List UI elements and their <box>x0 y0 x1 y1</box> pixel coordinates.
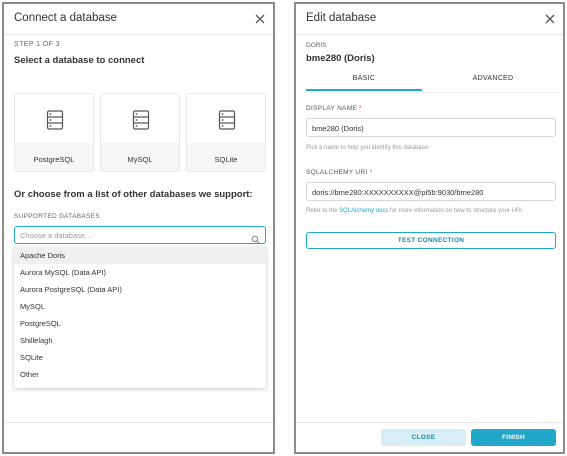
dropdown-option[interactable]: Other <box>14 366 266 383</box>
database-server-icon <box>132 110 150 135</box>
database-dropdown: Apache Doris Aurora MySQL (Data API) Aur… <box>14 247 266 388</box>
sqlalchemy-uri-input[interactable] <box>312 186 550 198</box>
database-search-input[interactable] <box>20 229 245 241</box>
database-search-box[interactable] <box>14 226 266 244</box>
card-label: MySQL <box>127 155 153 164</box>
sqlalchemy-uri-helper: Refer to the SQLAlchemy docs for more in… <box>306 208 524 214</box>
card-label: SQLite <box>214 155 238 164</box>
sqlite-card[interactable]: SQLite <box>186 93 266 172</box>
dropdown-option[interactable]: Shillelagh <box>14 332 266 349</box>
database-server-icon <box>218 110 236 135</box>
required-marker: * <box>369 169 373 176</box>
connect-database-modal: Connect a database STEP 1 OF 3 Select a … <box>2 2 275 454</box>
dropdown-option[interactable]: SQLite <box>14 349 266 366</box>
dropdown-option[interactable]: Apache Doris <box>14 247 266 264</box>
postgresql-card[interactable]: PostgreSQL <box>14 93 94 172</box>
modal-title: Connect a database <box>14 12 117 24</box>
tabs-divider <box>306 92 563 93</box>
display-name-label: DISPLAY NAME * <box>306 105 362 112</box>
finish-button[interactable]: FINISH <box>471 429 556 446</box>
database-server-icon <box>46 110 64 135</box>
database-name-heading: bme280 (Doris) <box>306 53 375 64</box>
sqlalchemy-docs-link[interactable]: SQLAlchemy docs <box>339 208 388 214</box>
select-database-heading: Select a database to connect <box>14 55 145 66</box>
step-indicator: STEP 1 OF 3 <box>14 41 60 48</box>
edit-database-modal: Edit database DORIS bme280 (Doris) BASIC… <box>294 2 565 454</box>
modal-title: Edit database <box>306 12 377 24</box>
modal-header: Edit database <box>296 4 563 35</box>
close-button[interactable]: CLOSE <box>381 429 466 446</box>
tab-advanced[interactable]: ADVANCED <box>422 74 563 91</box>
sqlalchemy-uri-label: SQLALCHEMY URI * <box>306 169 373 176</box>
modal-header: Connect a database <box>4 4 273 35</box>
test-connection-button[interactable]: TEST CONNECTION <box>306 232 556 249</box>
card-label: PostgreSQL <box>33 155 75 164</box>
dropdown-option[interactable]: PostgreSQL <box>14 315 266 332</box>
display-name-helper: Pick a name to help you identify this da… <box>306 145 430 151</box>
tab-basic[interactable]: BASIC <box>306 74 422 91</box>
close-icon[interactable] <box>251 10 269 28</box>
mysql-card[interactable]: MySQL <box>100 93 180 172</box>
dropdown-option[interactable]: MySQL <box>14 298 266 315</box>
dropdown-option[interactable]: Aurora MySQL (Data API) <box>14 264 266 281</box>
close-icon[interactable] <box>541 10 559 28</box>
sqlalchemy-uri-field[interactable] <box>306 182 556 201</box>
modal-footer-divider <box>4 422 273 423</box>
other-databases-heading: Or choose from a list of other databases… <box>14 189 253 200</box>
supported-databases-label: SUPPORTED DATABASES <box>14 213 100 220</box>
display-name-input[interactable] <box>312 122 550 134</box>
required-marker: * <box>359 105 362 112</box>
dropdown-option[interactable]: Aurora PostgreSQL (Data API) <box>14 281 266 298</box>
modal-footer-divider <box>296 422 563 423</box>
display-name-field[interactable] <box>306 118 556 137</box>
database-type-label: DORIS <box>306 42 327 49</box>
